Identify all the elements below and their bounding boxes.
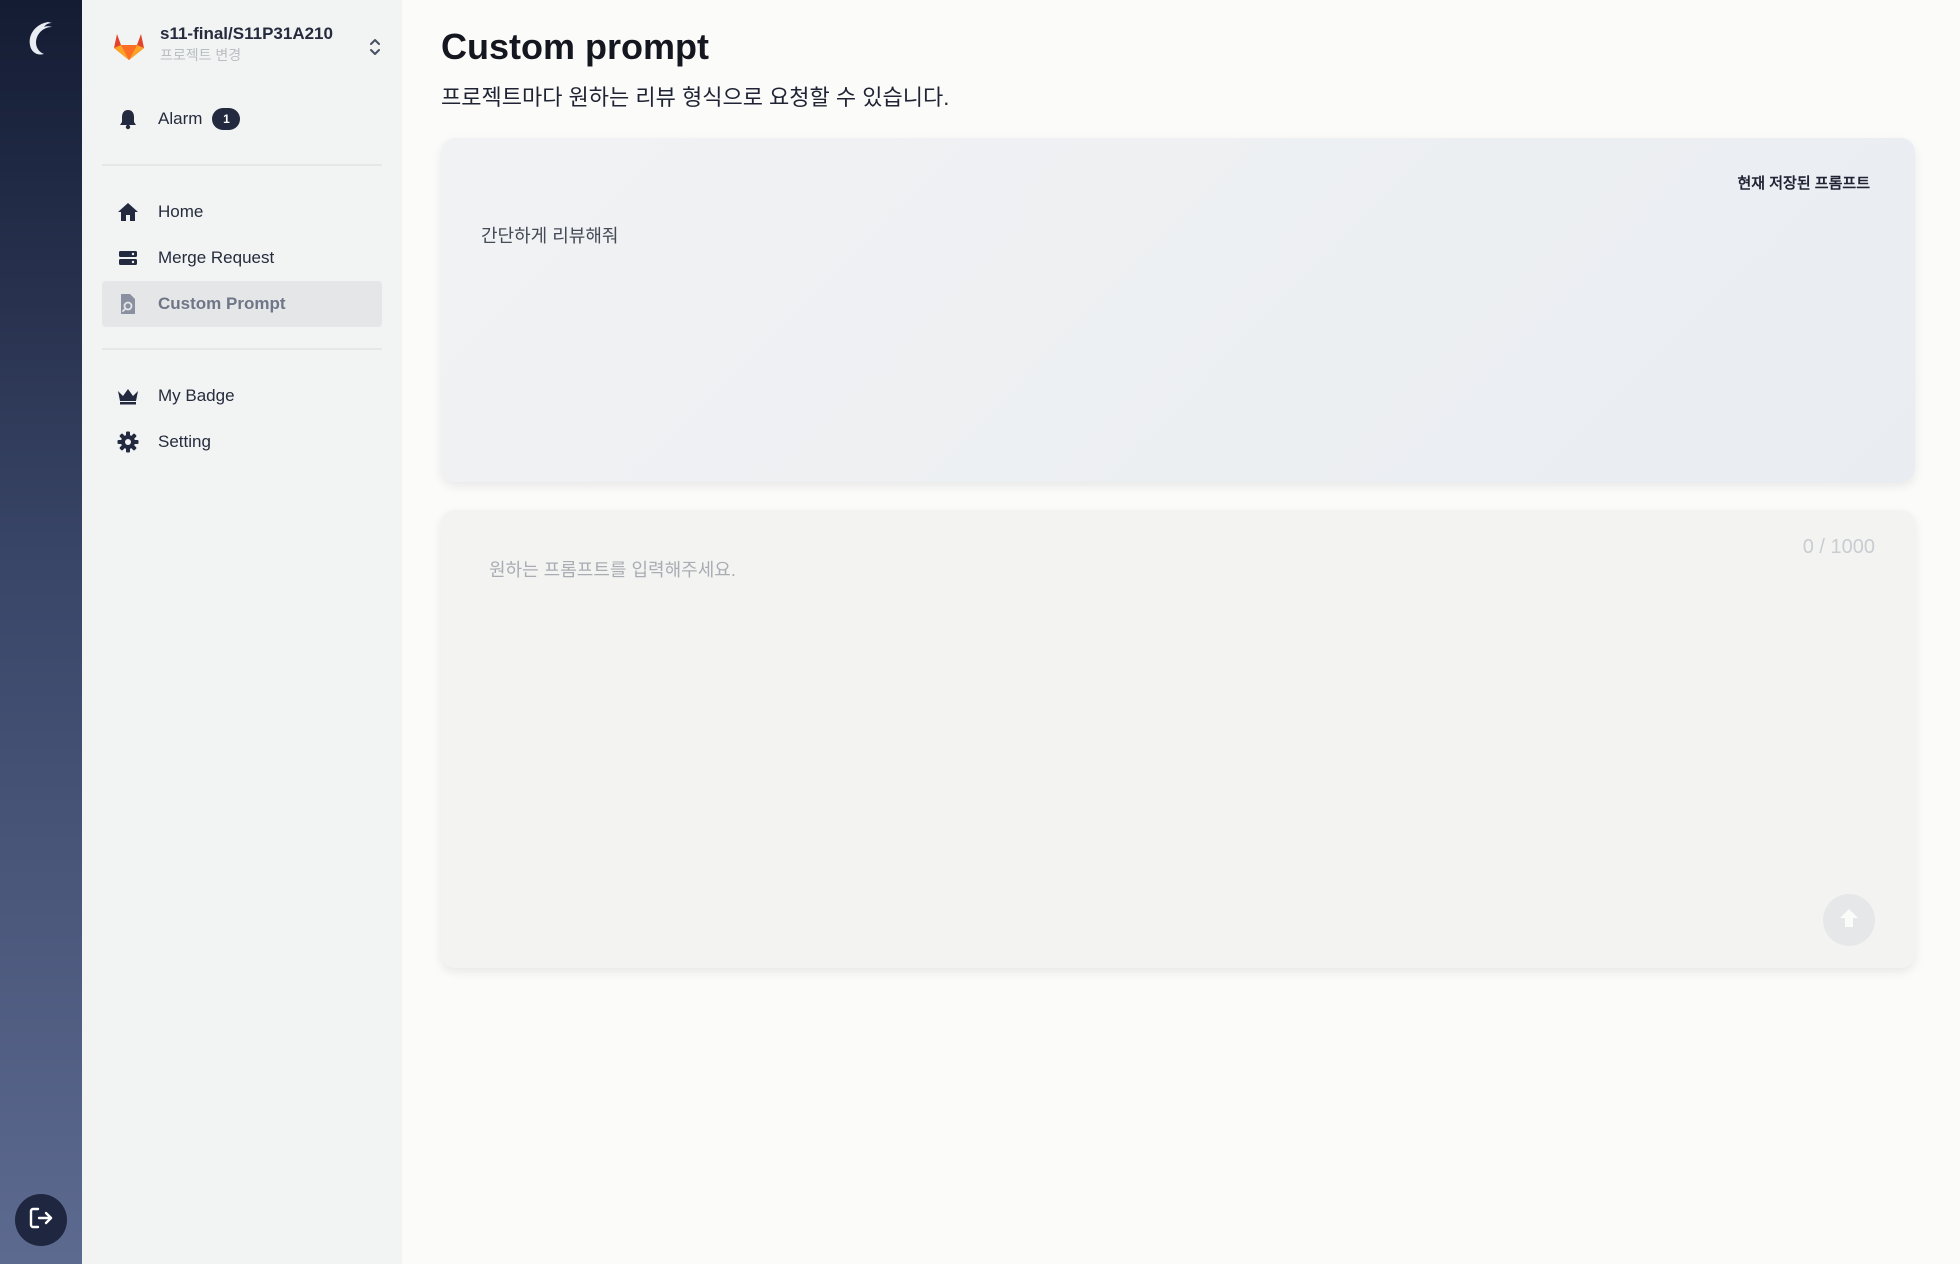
sidebar-item-label: Setting (158, 432, 211, 451)
page-description: 프로젝트마다 원하는 리뷰 형식으로 요청할 수 있습니다. (441, 85, 950, 110)
saved-prompt-card: 현재 저장된 프롬프트 간단하게 리뷰해줘 (441, 138, 1915, 482)
character-counter: 0 / 1000 (1802, 536, 1875, 558)
project-name: s11-final/S11P31A210 (160, 24, 333, 43)
gear-icon (116, 430, 140, 454)
arrow-up-icon (1836, 905, 1862, 936)
gitlab-fox-icon (112, 30, 146, 62)
custom-prompt-icon (116, 292, 140, 316)
submit-prompt-button[interactable] (1823, 894, 1875, 946)
sidebar-item-label: Merge Request (158, 248, 275, 267)
sidebar-divider (102, 348, 382, 350)
sidebar-item-home[interactable]: Home (102, 189, 382, 235)
sidebar-item-label: Home (158, 202, 204, 221)
sidebar: s11-final/S11P31A210 프로젝트 변경 Alarm 1 Hom… (82, 0, 402, 1264)
app-rail (0, 0, 82, 1264)
sidebar-item-alarm[interactable]: Alarm 1 (102, 96, 382, 142)
sidebar-item-label: Custom Prompt (158, 294, 286, 313)
sidebar-item-custom-prompt[interactable]: Custom Prompt (102, 281, 382, 327)
logout-button[interactable] (15, 1194, 67, 1246)
project-switcher[interactable]: s11-final/S11P31A210 프로젝트 변경 (112, 22, 382, 72)
prompt-input-card: 0 / 1000 (441, 510, 1915, 968)
page-title: Custom prompt (441, 26, 709, 67)
bell-icon (116, 107, 140, 131)
crown-icon (116, 384, 140, 408)
app-logo-icon[interactable] (22, 18, 60, 58)
saved-prompt-label: 현재 저장된 프롬프트 (1737, 175, 1870, 192)
sidebar-item-label: Alarm (158, 109, 203, 128)
saved-prompt-text: 간단하게 리뷰해줘 (481, 226, 619, 246)
home-icon (116, 200, 140, 224)
sidebar-divider (102, 164, 382, 166)
sidebar-item-label: My Badge (158, 386, 235, 405)
alarm-count-badge: 1 (212, 108, 241, 130)
sidebar-item-setting[interactable]: Setting (102, 419, 382, 465)
merge-request-icon (116, 246, 140, 270)
sidebar-item-merge-request[interactable]: Merge Request (102, 235, 382, 281)
sidebar-item-my-badge[interactable]: My Badge (102, 373, 382, 419)
logout-icon (27, 1204, 55, 1237)
project-change-label: 프로젝트 변경 (160, 47, 242, 63)
chevron-up-down-icon (368, 36, 382, 58)
prompt-input[interactable] (489, 556, 1789, 916)
